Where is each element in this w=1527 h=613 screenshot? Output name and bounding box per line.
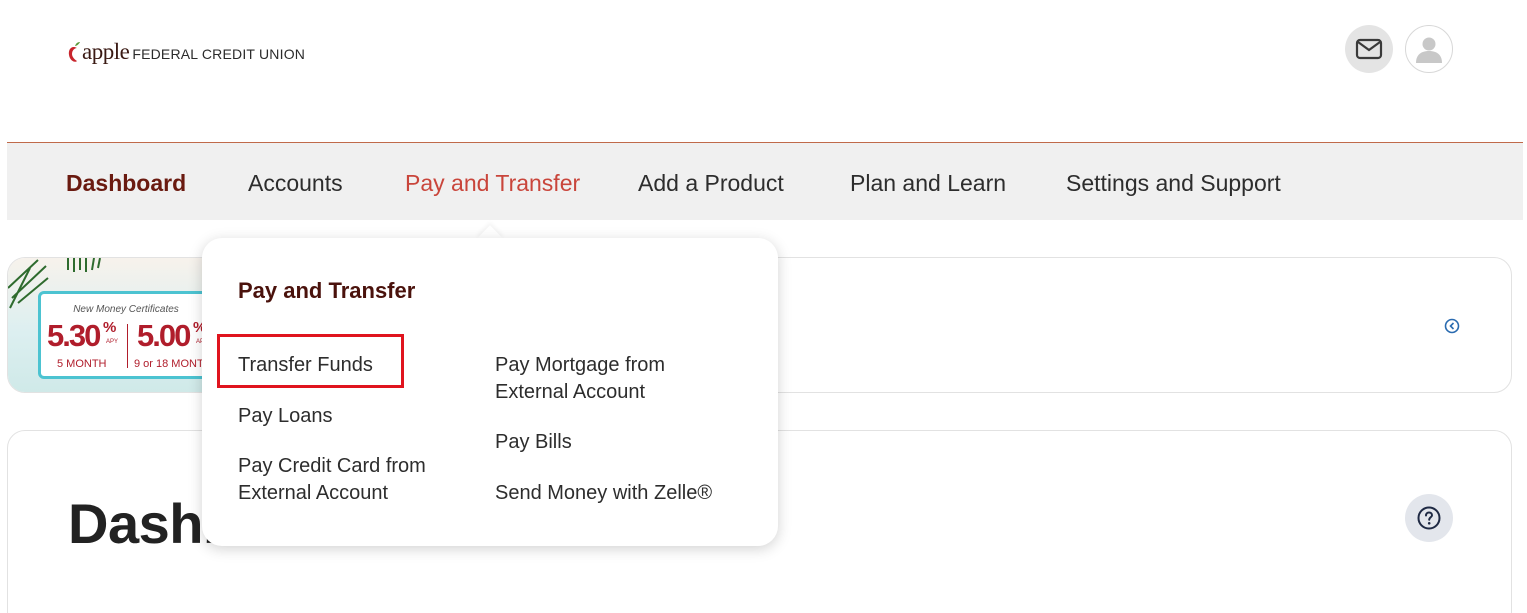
pay-and-transfer-menu: Pay and Transfer Transfer Funds Pay Loan… [202,238,778,546]
nav-settings-and-support[interactable]: Settings and Support [1066,143,1281,221]
profile-button[interactable] [1405,25,1453,73]
promo-apy-1: APY [106,339,119,345]
promo-divider [127,324,128,368]
promo-term-2: 9 or 18 MONTH [134,358,212,370]
promo-headline: New Money Certificates [73,304,179,315]
help-icon [1417,506,1441,530]
nav-plan-and-learn[interactable]: Plan and Learn [850,143,1006,221]
menu-title: Pay and Transfer [238,278,416,303]
apple-fcu-logo[interactable]: apple FEDERAL CREDIT UNION [67,32,305,72]
mail-icon [1355,38,1383,60]
menu-item-pay-mortgage[interactable]: Pay Mortgage from External Account [495,352,695,406]
logo-subtitle: FEDERAL CREDIT UNION [132,45,306,62]
menu-item-transfer-funds[interactable]: Transfer Funds [238,352,398,379]
promo-image[interactable]: New Money Certificates 5.30 % APY 5 MONT… [8,258,238,392]
promo-rate-9-18-month: 5.00 [137,318,191,353]
nav-pay-and-transfer[interactable]: Pay and Transfer [405,143,580,221]
nav-add-a-product[interactable]: Add a Product [638,143,784,221]
main-nav: Dashboard Accounts Pay and Transfer Add … [7,142,1523,220]
promo-pct-1: % [103,319,117,336]
user-icon [1416,37,1442,63]
nav-accounts[interactable]: Accounts [248,143,343,221]
menu-item-pay-bills[interactable]: Pay Bills [495,429,715,456]
apple-logo-icon [68,42,80,62]
menu-item-pay-credit-card[interactable]: Pay Credit Card from External Account [238,453,448,507]
menu-item-pay-loans[interactable]: Pay Loans [238,403,438,430]
menu-item-send-money-zelle[interactable]: Send Money with Zelle® [495,480,755,507]
help-button[interactable] [1405,494,1453,542]
collapse-icon[interactable] [1444,318,1460,334]
messages-button[interactable] [1345,25,1393,73]
promo-term-1: 5 MONTH [57,358,107,370]
logo-word: apple [82,39,130,64]
promo-rate-5-month: 5.30 [47,318,101,353]
nav-dashboard[interactable]: Dashboard [66,143,186,221]
